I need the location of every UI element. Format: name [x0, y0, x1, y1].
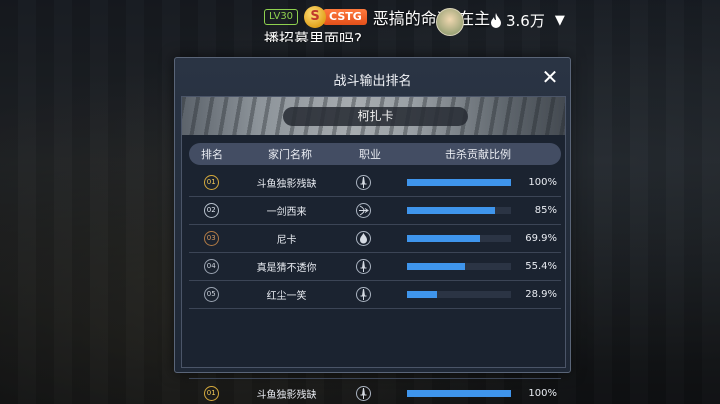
ranking-table-header: 排名 家门名称 职业 击杀贡献比例 — [189, 143, 561, 165]
ratio-bar-fill — [407, 207, 496, 214]
family-name: 一剑西来 — [266, 207, 307, 218]
battle-ranking-dialog: 战斗输出排名 ✕ 柯扎卡 排名 家门名称 职业 击杀贡献比例 01 斗鱼独影残缺… — [174, 57, 571, 401]
triangle-down-icon[interactable]: ▼ — [555, 13, 565, 28]
table-row: 03 尼卡 69.9% — [189, 225, 561, 253]
ranking-panel: 柯扎卡 排名 家门名称 职业 击杀贡献比例 01 斗鱼独影残缺 100% 02 … — [181, 96, 566, 401]
ratio-bar — [407, 207, 511, 214]
rank-badge: 01 — [203, 175, 219, 190]
family-name: 尼卡 — [276, 235, 297, 246]
family-name: 斗鱼独影残缺 — [256, 389, 317, 401]
ratio-value: 100% — [528, 387, 557, 399]
header-kill-ratio: 击杀贡献比例 — [445, 148, 511, 161]
stream-topic-line1: 恶搞的命运:在主 — [372, 9, 491, 28]
table-row: 01 斗鱼独影残缺 100% — [189, 169, 561, 197]
ratio-value: 55.4% — [525, 261, 557, 272]
rank-badge: 03 — [203, 231, 219, 246]
heat-indicator[interactable]: 3.6万 ▼ — [490, 10, 565, 31]
rank-badge: 01 — [203, 385, 219, 401]
coin-icon: S — [304, 6, 327, 28]
ratio-bar-fill — [407, 291, 438, 298]
rank-badge: 04 — [203, 259, 219, 274]
family-name: 红尘一笑 — [266, 291, 307, 302]
class-sword-icon — [356, 259, 372, 274]
ratio-bar — [407, 291, 511, 298]
class-sword-icon — [356, 175, 372, 190]
class-sword-icon — [356, 385, 372, 401]
family-name: 真是猜不透你 — [256, 263, 317, 274]
header-class: 职业 — [359, 148, 381, 161]
class-flame-icon — [356, 231, 372, 246]
ranking-rows: 01 斗鱼独影残缺 100% 02 一剑西来 85% 03 尼卡 69.9% 0… — [189, 169, 561, 309]
header-rank: 排名 — [201, 148, 223, 161]
ratio-value: 100% — [528, 177, 557, 188]
header-family-name: 家门名称 — [268, 148, 312, 161]
rank-badge: 05 — [203, 287, 219, 302]
dialog-title: 战斗输出排名 — [333, 74, 412, 89]
class-sword-icon — [356, 287, 372, 302]
class-bow-icon — [356, 203, 372, 218]
ratio-bar — [407, 235, 511, 242]
boss-name-label: 柯扎卡 — [283, 107, 468, 126]
ratio-bar-fill — [407, 389, 511, 397]
table-row: 05 红尘一笑 28.9% — [189, 281, 561, 309]
my-ranking-row: 01 斗鱼独影残缺 100% — [189, 378, 561, 404]
family-name: 斗鱼独影残缺 — [256, 179, 317, 190]
ratio-bar-fill — [407, 263, 465, 270]
ratio-bar — [407, 263, 511, 270]
team-badge: CSTG — [323, 9, 367, 25]
close-button[interactable]: ✕ — [540, 67, 560, 87]
table-row: 02 一剑西来 85% — [189, 197, 561, 225]
flame-icon — [491, 12, 501, 28]
ratio-bar — [407, 389, 511, 397]
heat-value: 3.6万 — [506, 12, 545, 30]
ratio-bar-fill — [407, 235, 480, 242]
table-row: 01 斗鱼独影残缺 100% — [189, 379, 561, 404]
streamer-avatar[interactable] — [436, 8, 464, 36]
rank-badge: 02 — [203, 203, 219, 218]
level-badge: LV30 — [264, 9, 299, 25]
boss-banner: 柯扎卡 — [182, 97, 565, 135]
stream-topic-line2: 播招募里面吗? — [264, 30, 362, 42]
ratio-value: 69.9% — [525, 233, 557, 244]
table-row: 04 真是猜不透你 55.4% — [189, 253, 561, 281]
ratio-value: 28.9% — [525, 289, 557, 300]
ratio-value: 85% — [534, 205, 557, 216]
ratio-bar-fill — [407, 179, 511, 186]
ratio-bar — [407, 179, 511, 186]
